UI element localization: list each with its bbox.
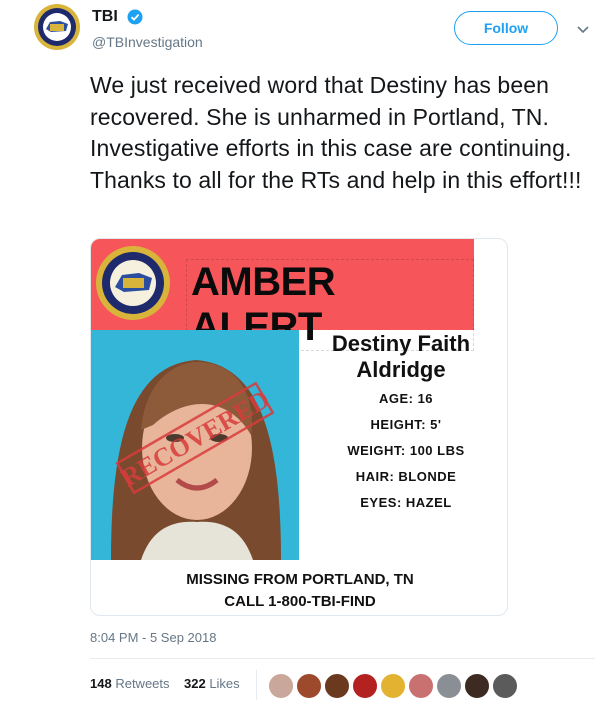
liker-avatar[interactable] bbox=[268, 673, 294, 699]
missing-person-photo: RECOVERED bbox=[91, 330, 299, 560]
liker-avatar[interactable] bbox=[436, 673, 462, 699]
amber-alert-banner: AMBER ALERT bbox=[91, 239, 474, 351]
retweets-count[interactable]: 148 bbox=[90, 676, 112, 691]
missing-from-text: MISSING FROM PORTLAND, TN bbox=[186, 571, 414, 588]
tweet-stats: 148 Retweets 322 Likes bbox=[90, 676, 240, 691]
liker-avatar[interactable] bbox=[464, 673, 490, 699]
hotline-text: CALL 1-800-TBI-FIND bbox=[224, 593, 376, 610]
likes-count[interactable]: 322 bbox=[184, 676, 206, 691]
eyes-detail: EYES: HAZEL bbox=[360, 495, 452, 510]
name-line-1: Destiny Faith bbox=[331, 331, 471, 356]
user-handle[interactable]: @TBInvestigation bbox=[92, 34, 203, 50]
missing-person-name: Destiny Faith Aldridge bbox=[301, 331, 501, 383]
tbi-seal-icon bbox=[95, 245, 171, 321]
tweet-text: We just received word that Destiny has b… bbox=[90, 72, 582, 193]
tweet-timestamp[interactable]: 8:04 PM - 5 Sep 2018 bbox=[90, 630, 216, 645]
height-detail: HEIGHT: 5' bbox=[370, 417, 442, 432]
follow-button[interactable]: Follow bbox=[454, 11, 558, 45]
age-detail: AGE: 16 bbox=[378, 391, 434, 406]
hair-detail: HAIR: BLONDE bbox=[355, 469, 457, 484]
missing-location-block: MISSING FROM PORTLAND, TN CALL 1-800-TBI… bbox=[91, 569, 507, 613]
verified-badge-icon bbox=[127, 9, 143, 25]
retweets-label[interactable]: Retweets bbox=[115, 676, 169, 691]
chevron-down-icon[interactable] bbox=[576, 22, 590, 34]
stats-divider bbox=[256, 670, 257, 700]
liker-avatar[interactable] bbox=[492, 673, 518, 699]
display-name[interactable]: TBI bbox=[92, 8, 118, 26]
tweet-image[interactable]: AMBER ALERT RECOVERED Destiny Faith Aldr… bbox=[90, 238, 508, 616]
liker-avatar[interactable] bbox=[296, 673, 322, 699]
tweet-header: TBI @TBInvestigation Follow bbox=[0, 0, 611, 70]
liker-avatar[interactable] bbox=[352, 673, 378, 699]
tbi-seal-icon[interactable] bbox=[33, 3, 81, 51]
divider bbox=[90, 658, 595, 659]
liker-avatar[interactable] bbox=[408, 673, 434, 699]
liker-avatar[interactable] bbox=[380, 673, 406, 699]
likes-label[interactable]: Likes bbox=[209, 676, 239, 691]
name-line-2: Aldridge bbox=[356, 357, 446, 382]
liker-avatar[interactable] bbox=[324, 673, 350, 699]
weight-detail: WEIGHT: 100 LBS bbox=[347, 443, 465, 458]
